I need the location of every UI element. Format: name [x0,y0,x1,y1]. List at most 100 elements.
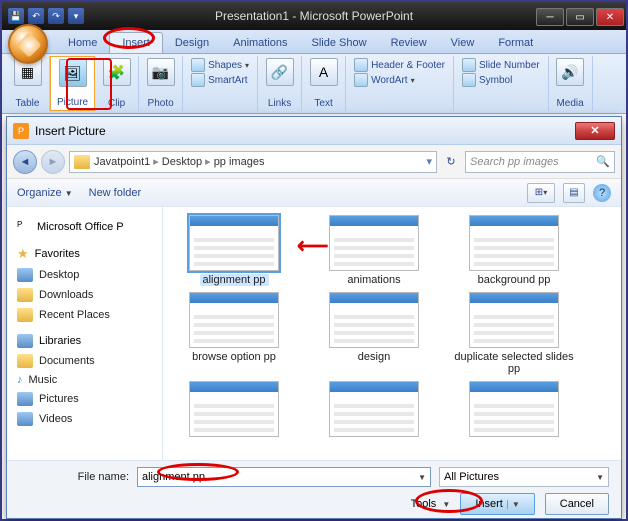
folder-icon [17,288,33,302]
dialog-titlebar: P Insert Picture ✕ [7,117,621,145]
view-button[interactable]: ⊞ ▾ [527,183,555,203]
file-item[interactable]: design [309,292,439,375]
file-item[interactable] [169,381,299,437]
media-icon: 🔊 [556,58,584,86]
textbox-icon: A [310,58,338,86]
undo-icon[interactable]: ↶ [28,8,44,24]
redo-icon[interactable]: ↷ [48,8,64,24]
sidebar-documents[interactable]: Documents [7,351,162,371]
sidebar-downloads[interactable]: Downloads [7,285,162,305]
documents-icon [17,354,33,368]
filename-input[interactable]: alignment pp ▼ [137,467,431,487]
ribbon-media[interactable]: 🔊Media [549,56,593,111]
sidebar-desktop[interactable]: Desktop [7,265,162,285]
breadcrumb[interactable]: Javatpoint1▸ Desktop▸ pp images ▾ [69,151,437,173]
insert-picture-dialog: P Insert Picture ✕ ◄ ► Javatpoint1▸ Desk… [6,116,622,519]
search-input[interactable]: Search pp images🔍 [465,151,615,173]
insert-button[interactable]: Insert▼ [460,493,534,515]
preview-button[interactable]: ▤ [563,183,585,203]
office-button[interactable] [8,24,48,64]
quick-access-toolbar: 💾 ↶ ↷ ▾ [2,8,90,24]
tab-view[interactable]: View [439,33,487,53]
ribbon-wordart[interactable]: WordArt ▾ [352,73,447,87]
nav-forward-button[interactable]: ► [41,150,65,174]
music-icon: ♪ [17,374,23,386]
crumb-seg[interactable]: Javatpoint1 [94,156,150,168]
dialog-body: PMicrosoft Office P ★Favorites Desktop D… [7,207,621,460]
file-item[interactable]: background pp [449,215,579,286]
file-item[interactable]: duplicate selected slides pp [449,292,579,375]
photo-icon: 📷 [147,58,175,86]
maximize-button[interactable]: ▭ [566,8,594,26]
file-thumbnail [329,381,419,437]
sidebar-music[interactable]: ♪Music [7,371,162,389]
sidebar-recent[interactable]: Recent Places [7,305,162,325]
ribbon-text[interactable]: AText [302,56,346,111]
app-title: Presentation1 - Microsoft PowerPoint [215,9,413,23]
ribbon-header-footer[interactable]: Header & Footer [352,58,447,72]
ribbon-table[interactable]: ▦Table [6,56,50,111]
file-grid[interactable]: alignment pp animations background pp br… [163,207,621,460]
ribbon-photo[interactable]: 📷Photo [139,56,183,111]
recent-icon [17,308,33,322]
ribbon-picture[interactable]: 🖼Picture [50,56,95,111]
filename-label: File name: [19,471,129,483]
desktop-icon [17,268,33,282]
ribbon-symbol[interactable]: Symbol [460,73,542,87]
help-button[interactable]: ? [593,184,611,202]
sidebar-office[interactable]: PMicrosoft Office P [7,217,162,237]
filter-select[interactable]: All Pictures▼ [439,467,609,487]
libraries-icon [17,334,33,348]
tab-insert[interactable]: Insert [109,32,163,53]
tools-button[interactable]: Tools ▼ [411,498,451,510]
search-icon: 🔍 [596,155,610,168]
file-thumbnail [469,215,559,271]
sidebar-videos[interactable]: Videos [7,409,162,429]
nav-back-button[interactable]: ◄ [13,150,37,174]
tab-slideshow[interactable]: Slide Show [300,33,379,53]
close-button[interactable]: ✕ [596,8,624,26]
dialog-icon: P [13,123,29,139]
ribbon-illustrations: Shapes ▾ SmartArt [183,56,258,111]
tab-review[interactable]: Review [379,33,439,53]
save-icon[interactable]: 💾 [8,8,24,24]
tab-home[interactable]: Home [56,33,109,53]
ribbon-content: ▦Table 🖼Picture 🧩Clip 📷Photo Shapes ▾ Sm… [2,54,626,114]
tab-format[interactable]: Format [486,33,545,53]
slidenum-icon [462,58,476,72]
file-item[interactable] [449,381,579,437]
nav-sidebar: PMicrosoft Office P ★Favorites Desktop D… [7,207,163,460]
new-folder-button[interactable]: New folder [89,187,142,199]
sidebar-libraries[interactable]: Libraries [7,331,162,351]
ribbon-clip[interactable]: 🧩Clip [95,56,139,111]
sidebar-favorites[interactable]: ★Favorites [7,243,162,265]
file-thumbnail [189,381,279,437]
file-item[interactable]: browse option pp [169,292,299,375]
tab-animations[interactable]: Animations [221,33,299,53]
ribbon-links[interactable]: 🔗Links [258,56,302,111]
file-item[interactable] [309,381,439,437]
file-thumbnail [469,292,559,348]
minimize-button[interactable]: ─ [536,8,564,26]
pictures-icon [17,392,33,406]
sidebar-pictures[interactable]: Pictures [7,389,162,409]
crumb-dropdown-icon[interactable]: ▾ [426,155,432,168]
file-item[interactable]: animations [309,215,439,286]
ribbon-shapes[interactable]: Shapes ▾ [189,58,251,72]
file-thumbnail [189,215,279,271]
wordart-icon [354,73,368,87]
ribbon-slide-number[interactable]: Slide Number [460,58,542,72]
chevron-down-icon[interactable]: ▼ [418,473,426,482]
crumb-seg[interactable]: Desktop [162,156,202,168]
ribbon-text-group: Header & Footer WordArt ▾ [346,56,454,111]
tab-design[interactable]: Design [163,33,221,53]
refresh-button[interactable]: ↻ [441,152,461,172]
qat-dropdown-icon[interactable]: ▾ [68,8,84,24]
organize-button[interactable]: Organize ▼ [17,187,73,199]
dialog-close-button[interactable]: ✕ [575,122,615,140]
file-item[interactable]: alignment pp [169,215,299,286]
crumb-seg[interactable]: pp images [214,156,265,168]
ribbon-smartart[interactable]: SmartArt [189,73,251,87]
cancel-button[interactable]: Cancel [545,493,609,515]
shapes-icon [191,58,205,72]
